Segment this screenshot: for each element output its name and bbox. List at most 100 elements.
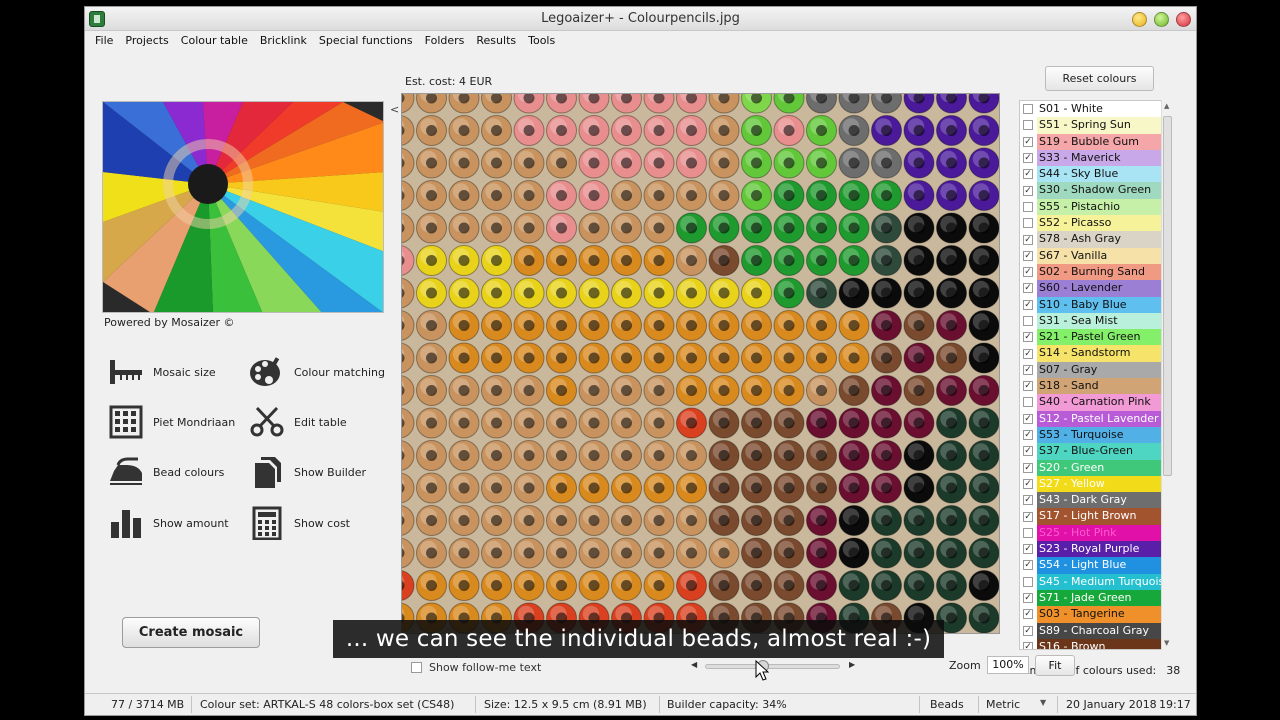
scroll-track[interactable] [705,664,840,669]
colour-checkbox[interactable]: ✓ [1023,267,1033,278]
colour-checkbox[interactable]: ✓ [1023,593,1033,604]
menu-bricklink[interactable]: Bricklink [254,31,313,51]
scroll-down-arrow[interactable]: ▼ [1164,639,1169,647]
colour-list-item[interactable]: S45 - Medium Turquoise [1020,573,1172,590]
fit-button[interactable]: Fit [1035,655,1075,676]
scroll-up-arrow[interactable]: ▲ [1164,102,1169,110]
unit-select[interactable]: Metric [986,698,1020,711]
colour-list-item[interactable]: ✓ S02 - Burning Sand [1020,263,1172,281]
colour-checkbox[interactable] [1023,576,1033,587]
colour-checkbox[interactable] [1023,397,1033,408]
colour-checkbox[interactable]: ✓ [1023,511,1033,522]
colour-list-item[interactable]: ✓ S14 - Sandstorm [1020,345,1172,362]
colour-checkbox[interactable] [1023,218,1033,229]
colour-list-item[interactable]: ✓ S23 - Royal Purple [1020,541,1172,558]
colour-matching-button[interactable]: Colour matching [248,352,388,392]
close-button[interactable] [1176,12,1191,27]
colour-list-item[interactable]: ✓ S20 - Green [1020,459,1172,476]
colour-list-item[interactable]: S25 - Hot Pink [1020,524,1172,542]
scrollbar-thumb[interactable] [1163,116,1172,476]
edit-table-button[interactable]: Edit table [248,402,388,442]
scroll-right-arrow[interactable]: ▶ [849,660,855,669]
mosaic-size-button[interactable]: Mosaic size [107,352,247,392]
colour-list-item[interactable]: ✓ S07 - Gray [1020,361,1172,379]
colour-checkbox[interactable]: ✓ [1023,381,1033,392]
colour-list-item[interactable]: S51 - Spring Sun [1020,117,1172,134]
colour-checkbox[interactable]: ✓ [1023,462,1033,473]
menu-projects[interactable]: Projects [119,31,174,51]
colour-checkbox[interactable] [1023,120,1033,131]
colour-list-item[interactable]: ✓ S60 - Lavender [1020,280,1172,297]
colour-checkbox[interactable]: ✓ [1023,153,1033,164]
reset-colours-button[interactable]: Reset colours [1045,66,1154,91]
colour-list[interactable]: S01 - White S51 - Spring Sun ✓ S19 - Bubble… [1019,100,1173,650]
colour-list-item[interactable]: ✓ S17 - Light Brown [1020,508,1172,525]
colour-list-scrollbar[interactable]: ▲ ▼ [1161,100,1173,650]
show-amount-button[interactable]: Show amount [107,503,247,543]
colour-checkbox[interactable]: ✓ [1023,283,1033,294]
create-mosaic-button[interactable]: Create mosaic [122,617,260,648]
colour-list-item[interactable]: ✓ S16 - Brown [1020,638,1172,649]
colour-checkbox[interactable]: ✓ [1023,299,1033,310]
scroll-left-arrow[interactable]: ◀ [691,660,697,669]
colour-checkbox[interactable]: ✓ [1023,609,1033,620]
show-cost-button[interactable]: Show cost [248,503,388,543]
colour-checkbox[interactable]: ✓ [1023,250,1033,261]
colour-checkbox[interactable] [1023,527,1033,538]
colour-list-item[interactable]: S40 - Carnation Pink [1020,394,1172,411]
colour-list-item[interactable]: ✓ S33 - Maverick [1020,149,1172,167]
colour-checkbox[interactable]: ✓ [1023,413,1033,424]
colour-list-item[interactable]: ✓ S78 - Ash Gray [1020,231,1172,248]
bead-colours-button[interactable]: Bead colours [107,452,247,492]
colour-checkbox[interactable]: ✓ [1023,478,1033,489]
colour-list-item[interactable]: ✓ S43 - Dark Gray [1020,492,1172,509]
colour-list-item[interactable]: ✓ S21 - Pastel Green [1020,329,1172,346]
colour-list-item[interactable]: S55 - Pistachio [1020,198,1172,216]
horizontal-scroll[interactable]: ◀ ▶ [691,660,859,673]
colour-checkbox[interactable]: ✓ [1023,234,1033,245]
collapse-panel-arrow[interactable]: < [390,103,399,116]
colour-checkbox[interactable]: ✓ [1023,446,1033,457]
maximize-button[interactable] [1154,12,1169,27]
colour-list-item[interactable]: ✓ S12 - Pastel Lavender [1020,410,1172,427]
minimize-button[interactable] [1132,12,1147,27]
colour-checkbox[interactable]: ✓ [1023,625,1033,636]
menu-tools[interactable]: Tools [522,31,561,51]
colour-checkbox[interactable]: ✓ [1023,560,1033,571]
colour-list-item[interactable]: ✓ S03 - Tangerine [1020,606,1172,623]
colour-list-item[interactable]: ✓ S37 - Blue-Green [1020,443,1172,460]
source-image-preview[interactable] [102,101,384,313]
menu-folders[interactable]: Folders [419,31,471,51]
colour-checkbox[interactable]: ✓ [1023,641,1033,649]
colour-list-item[interactable]: ✓ S19 - Bubble Gum [1020,133,1172,150]
colour-list-item[interactable]: ✓ S10 - Baby Blue [1020,296,1172,313]
colour-list-item[interactable]: ✓ S18 - Sand [1020,378,1172,395]
colour-list-item[interactable]: S31 - Sea Mist [1020,312,1172,330]
colour-list-item[interactable]: ✓ S27 - Yellow [1020,475,1172,493]
colour-checkbox[interactable]: ✓ [1023,169,1033,180]
colour-checkbox[interactable] [1023,316,1033,326]
show-builder-button[interactable]: Show Builder [248,452,388,492]
colour-list-item[interactable]: ✓ S89 - Charcoal Gray [1020,622,1172,639]
colour-checkbox[interactable]: ✓ [1023,185,1033,196]
colour-list-item[interactable]: ✓ S44 - Sky Blue [1020,166,1172,183]
colour-checkbox[interactable] [1023,104,1033,115]
colour-checkbox[interactable]: ✓ [1023,348,1033,359]
colour-checkbox[interactable]: ✓ [1023,364,1033,375]
menu-special-functions[interactable]: Special functions [313,31,419,51]
colour-list-item[interactable]: ✓ S71 - Jade Green [1020,589,1172,607]
follow-me-checkbox[interactable] [411,662,422,673]
colour-list-item[interactable]: ✓ S53 - Turquoise [1020,426,1172,444]
colour-checkbox[interactable] [1023,201,1033,212]
menu-file[interactable]: File [89,31,119,51]
colour-checkbox[interactable]: ✓ [1023,136,1033,147]
colour-checkbox[interactable]: ✓ [1023,495,1033,506]
colour-checkbox[interactable]: ✓ [1023,544,1033,555]
mosaic-canvas[interactable] [401,93,1000,634]
menu-colour-table[interactable]: Colour table [175,31,254,51]
menu-results[interactable]: Results [470,31,522,51]
colour-list-item[interactable]: S52 - Picasso [1020,215,1172,232]
chevron-down-icon[interactable]: ▼ [1040,698,1050,710]
follow-me-toggle[interactable]: Show follow-me text [411,661,541,674]
colour-checkbox[interactable]: ✓ [1023,430,1033,441]
